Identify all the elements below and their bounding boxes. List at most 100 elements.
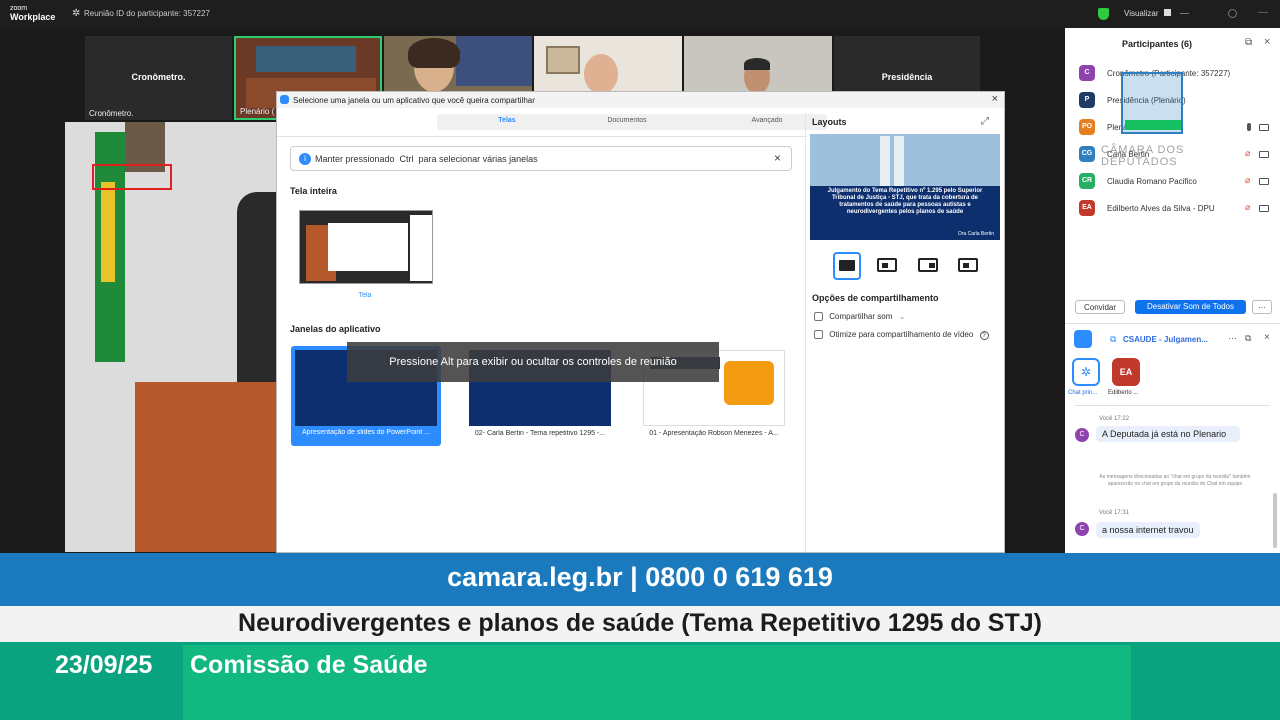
view-button[interactable]: Visualizar <box>1124 9 1171 18</box>
camera-icon[interactable] <box>1259 124 1269 131</box>
mic-muted-icon[interactable]: ⌀ <box>1245 175 1250 186</box>
msg-time: Você 17:22 <box>1099 416 1130 422</box>
tile-center-label: Presidência <box>881 72 933 82</box>
expand-icon[interactable]: ⤢ <box>981 116 989 127</box>
avatar: PO <box>1079 119 1095 135</box>
message-avatar: C <box>1075 428 1089 442</box>
chat-more-icon[interactable]: ··· <box>1228 333 1237 343</box>
contact-text: camara.leg.br | 0800 0 619 619 <box>447 562 833 592</box>
optimize-video-option[interactable]: Otimize para compartilhamento de vídeo ? <box>814 330 989 340</box>
dialog-titlebar: Selecione uma janela ou um aplicativo qu… <box>277 92 1004 108</box>
restore-icon[interactable] <box>1228 9 1237 18</box>
tab-screens[interactable]: Telas <box>447 117 567 124</box>
tile-name: Plenário ( <box>240 107 275 116</box>
tile-center-label: Cronômetro. <box>131 72 186 82</box>
logo-green-bar <box>1125 120 1181 130</box>
chat-main-avatar[interactable]: ✲ <box>1072 358 1100 386</box>
share-tabs: Telas Documentos Avançado <box>437 114 827 130</box>
popout-icon[interactable]: ⧉ <box>1245 37 1252 48</box>
camera-icon[interactable] <box>1259 151 1269 158</box>
invite-button[interactable]: Convidar <box>1075 300 1125 314</box>
chat-popout-icon[interactable]: ⧉ <box>1245 333 1251 344</box>
tab-advanced[interactable]: Avançado <box>717 117 817 124</box>
minimize-icon[interactable] <box>1180 13 1189 14</box>
layout-option-side[interactable] <box>958 258 978 272</box>
full-screen-thumbnail[interactable] <box>299 210 433 284</box>
info-icon: i <box>299 153 311 165</box>
logo-line2: Workplace <box>10 12 56 22</box>
camera-icon[interactable] <box>1259 178 1269 185</box>
paw-icon: ✲ <box>1080 365 1092 379</box>
preview-title: Julgamento do Tema Repetitivo nº 1.295 p… <box>827 188 983 215</box>
chat-channel-icon: ⧉ <box>1110 334 1117 344</box>
info-bar: i Manter pressionado Ctrl para seleciona… <box>290 146 792 171</box>
tab-documents[interactable]: Documentos <box>567 117 687 124</box>
mute-all-button[interactable]: Desativar Som de Todos <box>1135 300 1246 314</box>
full-screen-label: Tela <box>358 292 372 299</box>
avatar: EA <box>1079 200 1095 216</box>
close-panel-icon[interactable]: × <box>1264 36 1270 48</box>
video-tile-chronometer[interactable]: Cronômetro. Cronômetro. <box>85 36 232 120</box>
participant-row[interactable]: EA Edilberto Alves da Silva - DPU ⌀ <box>1079 200 1279 218</box>
zoom-logo: zoom Workplace <box>10 4 55 22</box>
layout-option-fullscreen[interactable] <box>833 252 861 280</box>
participant-row[interactable]: CR Claudia Romano Pacifico ⌀ <box>1079 173 1279 191</box>
panel-divider <box>1065 323 1280 324</box>
section-full-screen: Tela inteira <box>290 186 337 196</box>
section-app-windows: Janelas do aplicativo <box>290 324 381 334</box>
person-hair <box>408 38 460 68</box>
chat-app-icon[interactable] <box>1074 330 1092 348</box>
chat-header[interactable]: CSAUDE - Julgamen... <box>1123 335 1208 344</box>
more-button[interactable]: ··· <box>1252 300 1272 314</box>
chevron-down-icon[interactable]: ⌄ <box>899 312 906 321</box>
app-label: 02- Carla Bertin - Tema repetitivo 1295 … <box>474 430 606 437</box>
thumb-dialog <box>328 223 408 271</box>
thumb-panel <box>410 215 432 281</box>
app-label: 01 - Apresentação Robson Menezes - A... <box>649 430 779 437</box>
chat-close-icon[interactable]: × <box>1264 332 1270 343</box>
main-video <box>65 122 277 552</box>
help-icon[interactable]: ? <box>979 331 989 340</box>
message-avatar: C <box>1075 522 1089 536</box>
preview-building <box>880 136 890 186</box>
layout-option-pip-left[interactable] <box>877 258 897 272</box>
paw-icon[interactable]: ✲ <box>72 8 80 19</box>
optimize-video-checkbox[interactable] <box>814 330 823 340</box>
close-window-icon[interactable]: — <box>1258 7 1268 18</box>
share-sound-option[interactable]: Compartilhar som ⌄ <box>814 312 906 322</box>
share-sound-checkbox[interactable] <box>814 312 823 322</box>
avatar: CG <box>1079 146 1095 162</box>
camera-icon[interactable] <box>1259 205 1269 212</box>
side-icon <box>963 263 969 268</box>
info-close-icon[interactable]: × <box>774 151 781 165</box>
topic-text: Neurodivergentes e planos de saúde (Tema… <box>238 609 1042 637</box>
bookshelf <box>456 36 532 86</box>
chat-message: a nossa internet travou <box>1096 522 1200 538</box>
camara-logo-text: CÂMARA DOS DEPUTADOS <box>1101 144 1185 168</box>
pip-icon <box>929 263 935 268</box>
chat-user-avatar[interactable]: EA <box>1112 358 1140 386</box>
grid-icon <box>1163 9 1171 16</box>
mic-muted-icon[interactable]: ⌀ <box>1245 202 1250 213</box>
shield-icon[interactable] <box>1098 8 1109 20</box>
close-icon[interactable]: × <box>992 93 998 105</box>
date-text: 23/09/25 <box>55 651 153 679</box>
avatar: CR <box>1079 173 1095 189</box>
picture-frame <box>546 46 580 74</box>
contact-banner: camara.leg.br | 0800 0 619 619 <box>0 553 1280 606</box>
committee-text: Comissão de Saúde <box>190 651 428 679</box>
zoom-top-bar: zoom Workplace ✲ Reunião ID do participa… <box>0 0 1280 28</box>
chat-scrollbar[interactable] <box>1273 493 1277 548</box>
participants-header: Participantes (6) <box>1122 39 1193 49</box>
mic-muted-icon[interactable]: ⌀ <box>1245 148 1250 159</box>
layout-option-pip-right[interactable] <box>918 258 938 272</box>
msg-time: Você 17:31 <box>1099 510 1130 516</box>
tile-name: Cronômetro. <box>89 109 134 118</box>
mic-icon[interactable] <box>1247 123 1251 131</box>
participant-name: Claudia Romano Pacifico <box>1107 177 1197 186</box>
person-hair <box>744 58 770 70</box>
screen-icon <box>839 260 855 271</box>
pip-icon <box>882 263 888 268</box>
avatar: C <box>1079 65 1095 81</box>
zoom-icon <box>280 95 289 104</box>
